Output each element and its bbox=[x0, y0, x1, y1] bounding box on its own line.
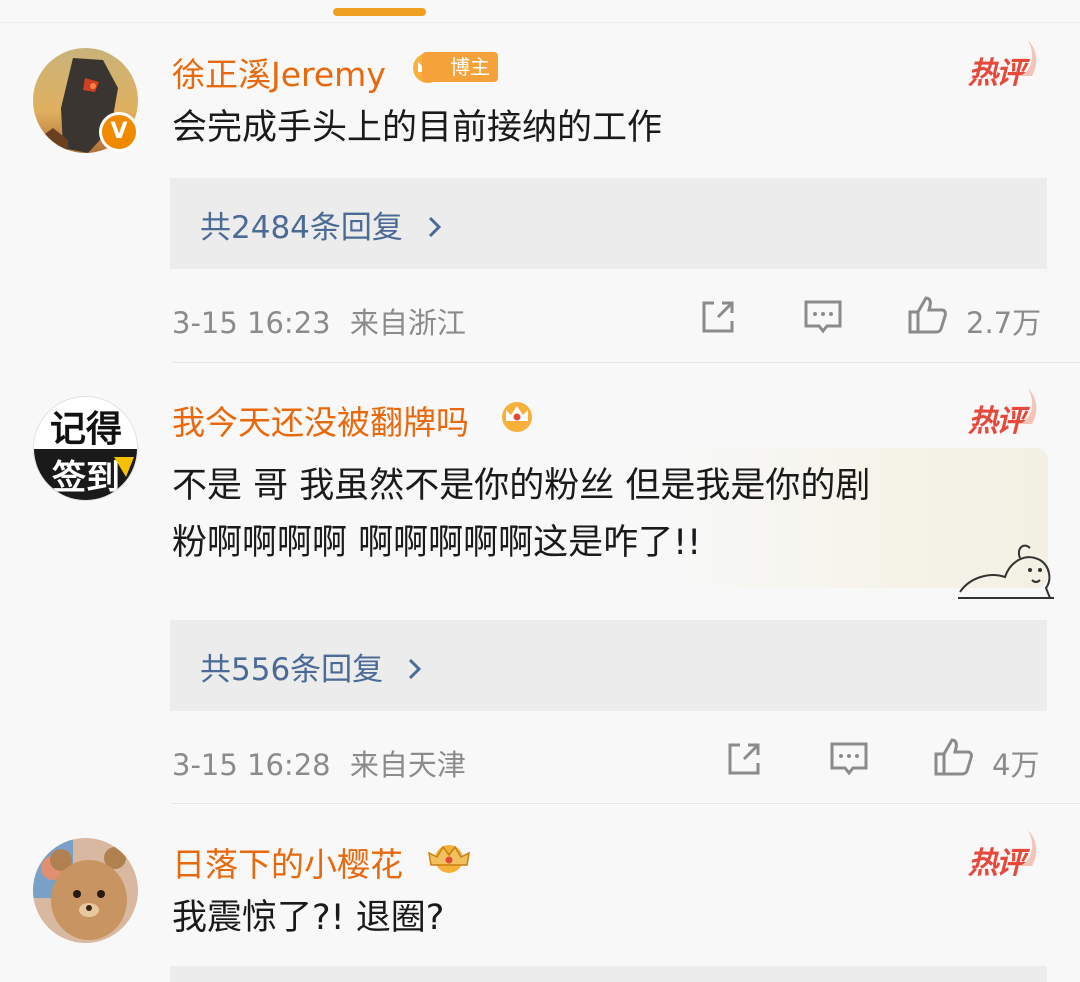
replies-box[interactable] bbox=[170, 966, 1047, 982]
username[interactable]: 日落下的小樱花 bbox=[172, 838, 403, 886]
flame-icon bbox=[1020, 830, 1037, 866]
crown-icon bbox=[428, 845, 470, 873]
comment-item: 日落下的小樱花 热评 我震惊了?! 退圈? bbox=[0, 0, 1080, 982]
comment-text: 我震惊了?! 退圈? bbox=[172, 890, 444, 947]
avatar[interactable] bbox=[33, 838, 138, 943]
comment-line: 我震惊了?! 退圈? bbox=[172, 898, 445, 938]
